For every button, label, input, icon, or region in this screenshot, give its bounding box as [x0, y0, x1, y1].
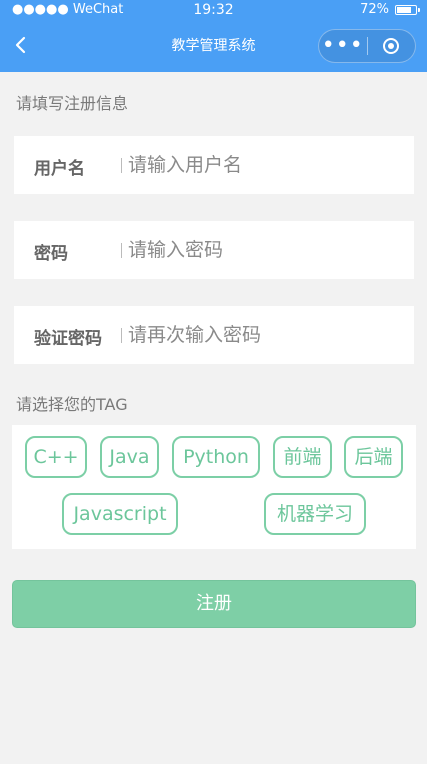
confirm-password-input[interactable] — [128, 319, 398, 351]
username-field: 用户名 — [14, 136, 414, 194]
confirm-password-field: 验证密码 — [14, 306, 414, 364]
tag-java[interactable]: Java — [100, 436, 159, 478]
more-icon[interactable]: ••• — [319, 31, 367, 61]
field-separator — [121, 243, 122, 258]
register-button[interactable]: 注册 — [12, 580, 416, 628]
tag-cpp[interactable]: C++ — [25, 436, 87, 478]
confirm-password-label: 验证密码 — [34, 329, 102, 349]
status-bar: ●●●●● WeChat 19:32 72% — [0, 0, 427, 20]
tag-machine-learning[interactable]: 机器学习 — [264, 493, 366, 535]
field-separator — [121, 328, 122, 343]
tag-python[interactable]: Python — [172, 436, 260, 478]
password-label: 密码 — [34, 244, 68, 264]
target-close-icon — [383, 38, 400, 54]
tag-frontend[interactable]: 前端 — [273, 436, 332, 478]
top-bar: ●●●●● WeChat 19:32 72% 教学管理系统 ••• — [0, 0, 427, 72]
close-mini-program-button[interactable] — [367, 38, 415, 54]
username-input[interactable] — [128, 149, 398, 181]
tag-select-heading: 请选择您的TAG — [16, 395, 128, 414]
field-separator — [121, 158, 122, 173]
password-field: 密码 — [14, 221, 414, 279]
battery-percent: 72% — [360, 2, 389, 17]
battery-status: 72% — [360, 0, 420, 20]
register-info-heading: 请填写注册信息 — [16, 94, 129, 113]
battery-icon — [395, 5, 420, 15]
tag-backend[interactable]: 后端 — [344, 436, 403, 478]
tag-selector: C++ Java Python 前端 后端 Javascript 机器学习 — [12, 425, 416, 549]
nav-bar: 教学管理系统 ••• — [0, 22, 427, 72]
tag-javascript[interactable]: Javascript — [62, 493, 178, 535]
username-label: 用户名 — [34, 159, 85, 179]
password-input[interactable] — [128, 234, 398, 266]
mini-program-capsule: ••• — [318, 29, 416, 63]
